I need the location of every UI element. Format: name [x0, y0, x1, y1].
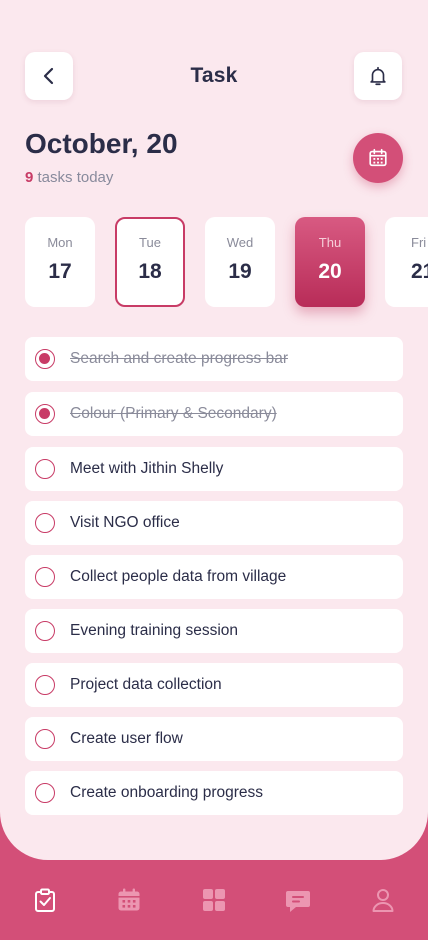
- task-count: 9: [25, 169, 34, 186]
- day-name: Wed: [226, 235, 254, 250]
- bottom-navigation: [0, 860, 428, 940]
- task-item[interactable]: Collect people data from village: [25, 555, 403, 599]
- nav-profile[interactable]: [367, 884, 399, 916]
- tasks-icon: [35, 888, 55, 912]
- day-wed[interactable]: Wed 19: [205, 217, 275, 307]
- day-number: 19: [228, 260, 252, 283]
- task-label: Collect people data from village: [70, 568, 287, 585]
- notification-button[interactable]: [354, 52, 402, 100]
- day-name: Fri: [411, 235, 427, 250]
- task-item[interactable]: Create onboarding progress: [25, 771, 403, 815]
- task-label: Meet with Jithin Shelly: [70, 460, 224, 477]
- task-checkbox[interactable]: [35, 459, 55, 479]
- day-tue[interactable]: Tue 18: [115, 217, 185, 307]
- calendar-icon: [118, 888, 140, 911]
- day-name: Thu: [318, 235, 342, 250]
- day-number: 18: [138, 260, 162, 283]
- task-screen: Task October, 20 9 tasks today Mon 17 Tu…: [0, 0, 428, 860]
- calendar-button[interactable]: [353, 133, 403, 183]
- task-checkbox[interactable]: [35, 404, 55, 424]
- task-item[interactable]: Create user flow: [25, 717, 403, 761]
- dashboard-icon: [203, 889, 225, 911]
- task-label: Search and create progress bar: [70, 350, 288, 367]
- task-checkbox[interactable]: [35, 513, 55, 533]
- bell-icon: [370, 66, 386, 86]
- task-label: Project data collection: [70, 676, 222, 693]
- task-checkbox[interactable]: [35, 729, 55, 749]
- task-checkbox[interactable]: [35, 567, 55, 587]
- task-checkbox[interactable]: [35, 675, 55, 695]
- task-checkbox[interactable]: [35, 621, 55, 641]
- day-name: Mon: [47, 235, 73, 250]
- task-item[interactable]: Project data collection: [25, 663, 403, 707]
- task-label: Evening training session: [70, 622, 239, 639]
- nav-dashboard[interactable]: [198, 884, 230, 916]
- task-checkbox[interactable]: [35, 783, 55, 803]
- day-number: 17: [48, 260, 72, 283]
- day-name: Tue: [139, 235, 161, 250]
- calendar-icon: [369, 148, 387, 167]
- day-mon[interactable]: Mon 17: [25, 217, 95, 307]
- nav-chat[interactable]: [282, 884, 314, 916]
- task-label: Create onboarding progress: [70, 784, 264, 801]
- chat-icon: [286, 891, 310, 912]
- task-count-suffix: tasks today: [37, 169, 114, 186]
- selected-date-title: October, 20: [25, 128, 178, 159]
- task-item[interactable]: Evening training session: [25, 609, 403, 653]
- nav-tasks[interactable]: [29, 884, 61, 916]
- day-number: 21: [411, 260, 428, 283]
- task-label: Visit NGO office: [70, 514, 180, 531]
- day-number: 20: [318, 260, 342, 283]
- profile-icon: [372, 889, 394, 912]
- nav-calendar[interactable]: [113, 884, 145, 916]
- task-item[interactable]: Meet with Jithin Shelly: [25, 447, 403, 491]
- task-item[interactable]: Visit NGO office: [25, 501, 403, 545]
- task-label: Colour (Primary & Secondary): [70, 405, 277, 422]
- task-item[interactable]: Colour (Primary & Secondary): [25, 392, 403, 436]
- day-fri[interactable]: Fri 21: [385, 217, 428, 307]
- task-label: Create user flow: [70, 730, 183, 747]
- tasks-today-caption: 9 tasks today: [25, 169, 113, 186]
- task-checkbox[interactable]: [35, 349, 55, 369]
- task-item[interactable]: Search and create progress bar: [25, 337, 403, 381]
- day-thu[interactable]: Thu 20: [295, 217, 365, 307]
